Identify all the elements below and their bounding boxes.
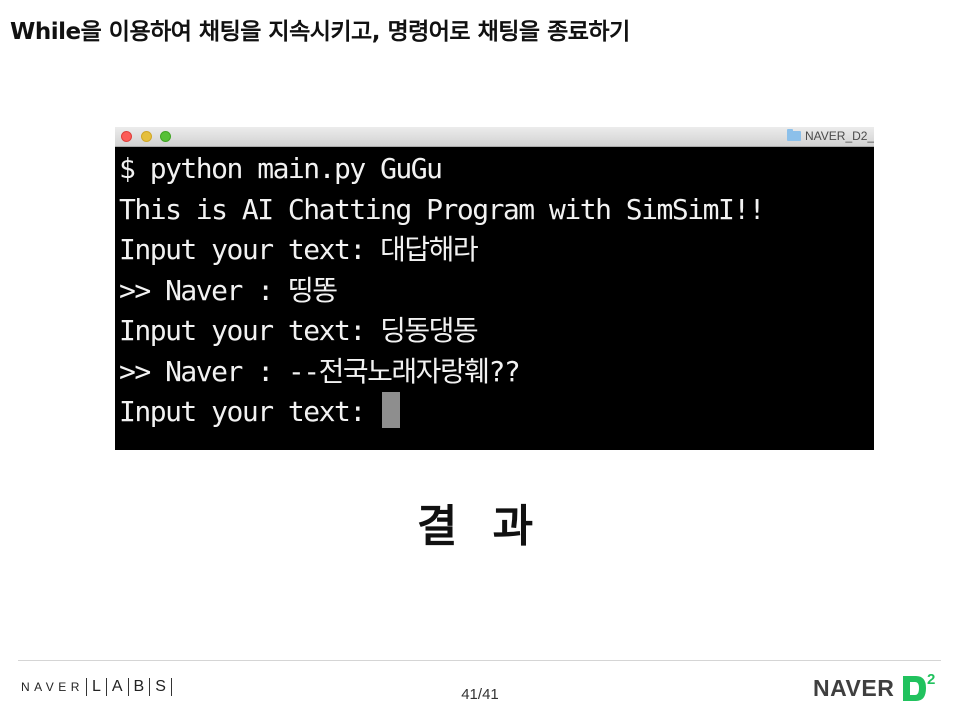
minimize-window-button[interactable]	[141, 131, 152, 142]
terminal-window[interactable]: NAVER_D2_ $ python main.py GuGu This is …	[115, 127, 874, 450]
footer-divider	[18, 660, 941, 661]
terminal-titlebar[interactable]: NAVER_D2_	[115, 127, 874, 147]
terminal-line: Input your text: 딩동댕동	[119, 314, 479, 347]
terminal-line: >> Naver : --전국노래자랑훼??	[119, 354, 521, 388]
d2-logo-naver: NAVER	[813, 675, 895, 701]
terminal-window-title: NAVER_D2_	[805, 129, 874, 143]
terminal-cursor	[382, 392, 401, 428]
terminal-line: >> Naver : 띵똥	[119, 273, 338, 307]
result-caption: 결 과	[416, 501, 544, 552]
terminal-prompt: Input your text:	[119, 395, 381, 428]
terminal-prompt-line[interactable]: Input your text:	[119, 392, 871, 433]
close-window-button[interactable]	[121, 131, 132, 142]
zoom-window-button[interactable]	[160, 131, 171, 142]
folder-icon	[787, 129, 801, 141]
svg-text:2: 2	[927, 671, 935, 688]
terminal-line: This is AI Chatting Program with SimSimI…	[119, 192, 766, 226]
terminal-line: $ python main.py GuGu	[119, 152, 443, 185]
d2-mark-icon: 2	[903, 671, 935, 701]
slide-title: While을 이용하여 채팅을 지속시키고, 명령어로 채팅을 종료하기	[10, 19, 630, 45]
terminal-output[interactable]: $ python main.py GuGu This is AI Chattin…	[119, 149, 871, 433]
terminal-line: Input your text: 대답해라	[119, 233, 479, 266]
